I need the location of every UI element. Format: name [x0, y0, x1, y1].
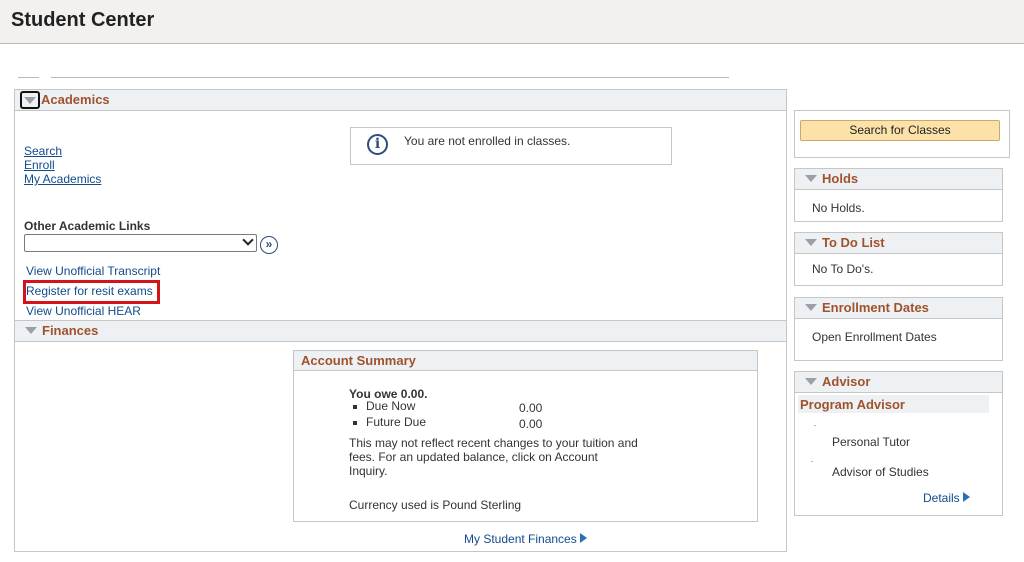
balance-note: This may not reflect recent changes to y…: [349, 436, 638, 478]
currency-note: Currency used is Pound Sterling: [349, 498, 522, 512]
finances-header[interactable]: Finances: [15, 321, 786, 342]
go-button[interactable]: »: [260, 236, 278, 254]
due-now-label: Due Now: [366, 399, 416, 413]
my-student-finances-label: My Student Finances: [464, 532, 577, 546]
enrollment-message: You are not enrolled in classes.: [404, 134, 571, 148]
view-hear-link[interactable]: View Unofficial HEAR: [26, 304, 141, 318]
other-links-label: Other Academic Links: [24, 219, 151, 233]
details-link[interactable]: Details: [923, 491, 970, 505]
finances-panel: Finances Account Summary You owe 0.00. D…: [14, 320, 787, 552]
search-box: Search for Classes: [794, 110, 1010, 158]
todo-body: No To Do's.: [812, 262, 874, 276]
academics-title: Academics: [41, 92, 110, 107]
holds-title: Holds: [822, 171, 859, 186]
account-summary-header: Account Summary: [294, 351, 757, 371]
tab-divider: [18, 77, 39, 78]
arrow-right-icon: [579, 533, 587, 543]
enrollment-info-box: i You are not enrolled in classes.: [350, 127, 672, 165]
register-resit-link[interactable]: Register for resit exams: [26, 284, 153, 298]
search-link[interactable]: Search: [24, 144, 62, 158]
account-summary: Account Summary You owe 0.00. Due Now 0.…: [293, 350, 758, 522]
advisor-title: Advisor: [822, 374, 871, 389]
holds-body: No Holds.: [812, 201, 865, 215]
advisor-header[interactable]: Advisor: [795, 372, 1002, 393]
academics-header: Academics: [15, 90, 786, 111]
account-summary-title: Account Summary: [301, 353, 416, 368]
todo-panel: To Do List No To Do's.: [794, 232, 1003, 286]
enrollment-dates-title: Enrollment Dates: [822, 300, 929, 315]
enrollment-dates-header[interactable]: Enrollment Dates: [795, 298, 1002, 319]
due-now-value: 0.00: [519, 401, 543, 415]
my-student-finances-link[interactable]: My Student Finances: [464, 532, 587, 546]
divider-dot: [814, 425, 816, 426]
future-due-value: 0.00: [519, 417, 543, 431]
tab-divider: [51, 77, 729, 78]
personal-tutor: Personal Tutor: [832, 435, 911, 449]
collapse-triangle-icon: [805, 304, 817, 311]
collapse-triangle-icon: [805, 239, 817, 246]
page-header: Student Center: [0, 0, 1024, 44]
search-for-classes-button[interactable]: Search for Classes: [800, 120, 1000, 141]
info-icon: i: [367, 134, 388, 155]
future-due-label: Future Due: [366, 415, 427, 429]
other-links-select[interactable]: [24, 234, 257, 252]
academics-links: Search Enroll My Academics: [24, 144, 101, 186]
chevron-down-icon: [242, 234, 254, 246]
academics-collapse-button[interactable]: [20, 91, 40, 109]
page-title: Student Center: [11, 9, 155, 31]
open-enrollment-dates-link[interactable]: Open Enrollment Dates: [812, 330, 937, 344]
divider-dot: [811, 461, 813, 462]
finances-title: Finances: [42, 323, 99, 338]
arrow-right-icon: [962, 492, 970, 502]
enrollment-dates-panel: Enrollment Dates Open Enrollment Dates: [794, 297, 1003, 361]
double-chevron-right-icon: »: [265, 237, 273, 251]
bullet-icon: [353, 405, 357, 409]
advisor-panel: Advisor Program Advisor Personal Tutor A…: [794, 371, 1003, 516]
collapse-triangle-icon: [805, 378, 817, 385]
view-transcript-link[interactable]: View Unofficial Transcript: [26, 264, 160, 278]
collapse-triangle-icon: [24, 97, 36, 104]
collapse-triangle-icon: [805, 175, 817, 182]
advisor-of-studies: Advisor of Studies: [832, 465, 929, 479]
holds-header[interactable]: Holds: [795, 169, 1002, 190]
holds-panel: Holds No Holds.: [794, 168, 1003, 222]
todo-title: To Do List: [822, 235, 885, 250]
program-advisor-title: Program Advisor: [800, 397, 905, 412]
academics-panel: Academics Search Enroll My Academics i Y…: [14, 89, 787, 321]
details-label: Details: [923, 491, 960, 505]
enroll-link[interactable]: Enroll: [24, 158, 55, 172]
my-academics-link[interactable]: My Academics: [24, 172, 101, 186]
bullet-icon: [353, 421, 357, 425]
collapse-triangle-icon: [25, 327, 37, 334]
todo-header[interactable]: To Do List: [795, 233, 1002, 254]
